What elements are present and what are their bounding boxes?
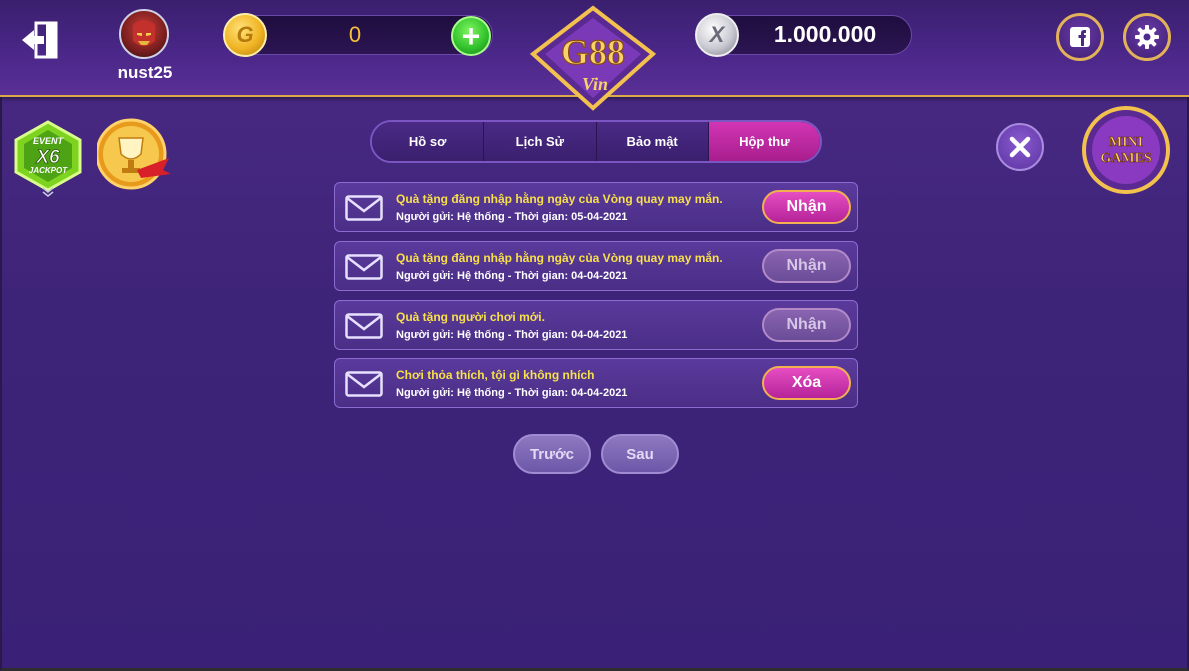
close-button[interactable] [996,123,1044,171]
tab-inbox[interactable]: Hộp thư [708,122,820,161]
mail-item[interactable]: Quà tặng người chơi mới. Người gửi: Hệ t… [334,300,858,350]
tab-security[interactable]: Bảo mật [596,122,709,161]
mail-item[interactable]: Quà tặng đăng nhập hằng ngày của Vòng qu… [334,182,858,232]
mail-meta: Người gửi: Hệ thống - Thời gian: 04-04-2… [396,329,628,341]
mail-action-button[interactable]: Nhận [762,249,851,283]
settings-button[interactable] [1123,13,1171,61]
tab-history[interactable]: Lịch Sử [484,122,597,161]
mail-title: Quà tặng đăng nhập hằng ngày của Vòng qu… [396,251,723,265]
mail-meta: Người gửi: Hệ thống - Thời gian: 04-04-2… [396,270,628,282]
mail-item[interactable]: Chơi thỏa thích, tội gì không nhích Ngườ… [334,358,858,408]
exit-icon[interactable] [20,20,60,60]
mail-action-button[interactable]: Nhận [762,308,851,342]
facebook-button[interactable] [1056,13,1104,61]
envelope-icon [345,195,383,221]
logo-text: G88 [561,32,625,72]
event-label: EVENT [33,136,65,146]
next-page-button[interactable]: Sau [601,434,679,474]
mini-games-button[interactable]: MINI GAMES [1076,106,1176,194]
mail-title: Chơi thỏa thích, tội gì không nhích [396,368,595,382]
gear-icon [1135,25,1159,49]
gold-balance: 0 [348,22,362,47]
g88-vin-logo: G88 Vin [523,4,663,112]
envelope-icon [345,254,383,280]
jackpot-label: JACKPOT [29,166,68,175]
logo-subtext: Vin [582,74,608,94]
mini-games-line1: MINI [1109,135,1143,150]
event-jackpot-button[interactable]: EVENT X6 JACKPOT [12,120,84,200]
trophy-icon[interactable] [95,118,175,192]
mail-action-button[interactable]: Nhận [762,190,851,224]
mail-item[interactable]: Quà tặng đăng nhập hằng ngày của Vòng qu… [334,241,858,291]
mail-action-button[interactable]: Xóa [762,366,851,400]
username: nust25 [117,63,173,82]
silver-balance: 1.000.000 [773,21,877,47]
envelope-icon [345,371,383,397]
prev-page-button[interactable]: Trước [513,434,591,474]
close-icon [1009,136,1031,158]
silver-coin-icon: X [695,13,739,57]
mini-games-line2: GAMES [1100,151,1152,166]
profile-tabs: Hồ sơ Lịch Sử Bảo mật Hộp thư [370,120,822,163]
add-gold-button[interactable]: + [451,16,491,56]
mail-title: Quà tặng đăng nhập hằng ngày của Vòng qu… [396,192,723,206]
mail-meta: Người gửi: Hệ thống - Thời gian: 04-04-2… [396,387,628,399]
gold-coin-icon: G [223,13,267,57]
mail-title: Quà tặng người chơi mới. [396,310,545,324]
event-multiplier: X6 [35,147,60,168]
avatar[interactable] [119,9,169,59]
mail-meta: Người gửi: Hệ thống - Thời gian: 05-04-2… [396,211,628,223]
tab-profile[interactable]: Hồ sơ [372,122,485,161]
envelope-icon [345,313,383,339]
facebook-icon [1070,27,1090,47]
